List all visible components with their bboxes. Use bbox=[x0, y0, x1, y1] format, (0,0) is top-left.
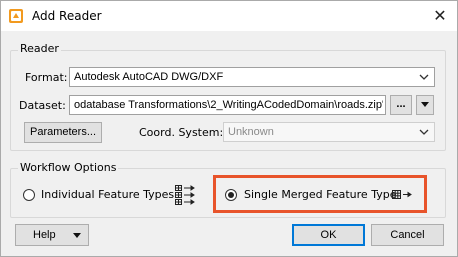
radio-selected-dot bbox=[228, 192, 234, 198]
dataset-value: odatabase Transformations\2_WritingACode… bbox=[74, 99, 383, 111]
triangle-down-icon bbox=[421, 102, 429, 107]
individual-feature-types-label[interactable]: Individual Feature Types bbox=[41, 188, 174, 201]
title-bar: Add Reader ✕ bbox=[1, 1, 457, 31]
parameters-button[interactable]: Parameters... bbox=[24, 122, 102, 143]
browse-button[interactable]: ... bbox=[390, 95, 412, 115]
multiple-feature-types-icon bbox=[175, 185, 195, 205]
coord-system-select[interactable]: Unknown bbox=[223, 122, 435, 142]
close-icon: ✕ bbox=[433, 6, 447, 25]
triangle-down-icon bbox=[73, 233, 81, 238]
format-label: Format: bbox=[25, 71, 68, 84]
format-value: Autodesk AutoCAD DWG/DXF bbox=[74, 71, 224, 83]
help-button[interactable]: Help bbox=[15, 224, 89, 246]
fme-reader-icon bbox=[9, 9, 23, 23]
single-merged-feature-type-radio[interactable] bbox=[225, 189, 237, 201]
cancel-button[interactable]: Cancel bbox=[371, 224, 444, 246]
coord-system-value: Unknown bbox=[228, 126, 274, 138]
dataset-label: Dataset: bbox=[19, 99, 66, 112]
workflow-group-label: Workflow Options bbox=[18, 161, 119, 174]
dialog-title: Add Reader bbox=[32, 9, 102, 23]
parameters-label: Parameters... bbox=[29, 126, 97, 138]
add-reader-dialog: Add Reader ✕ Reader Format: Autodesk Aut… bbox=[0, 0, 458, 257]
chevron-down-icon bbox=[419, 129, 429, 135]
coord-system-label: Coord. System: bbox=[139, 126, 224, 139]
ok-button[interactable]: OK bbox=[292, 224, 365, 246]
cancel-label: Cancel bbox=[390, 229, 425, 241]
reader-group-label: Reader bbox=[18, 42, 61, 55]
chevron-down-icon bbox=[419, 74, 429, 80]
close-button[interactable]: ✕ bbox=[429, 5, 451, 27]
help-label: Help bbox=[33, 229, 56, 241]
individual-feature-types-radio[interactable] bbox=[23, 189, 35, 201]
dataset-field[interactable]: odatabase Transformations\2_WritingACode… bbox=[69, 95, 386, 115]
merged-feature-type-icon bbox=[392, 190, 412, 199]
browse-label: ... bbox=[396, 98, 406, 110]
dataset-options-button[interactable] bbox=[416, 95, 434, 115]
ok-label: OK bbox=[320, 229, 337, 241]
single-merged-feature-type-label[interactable]: Single Merged Feature Type bbox=[244, 188, 396, 201]
format-select[interactable]: Autodesk AutoCAD DWG/DXF bbox=[69, 67, 435, 87]
